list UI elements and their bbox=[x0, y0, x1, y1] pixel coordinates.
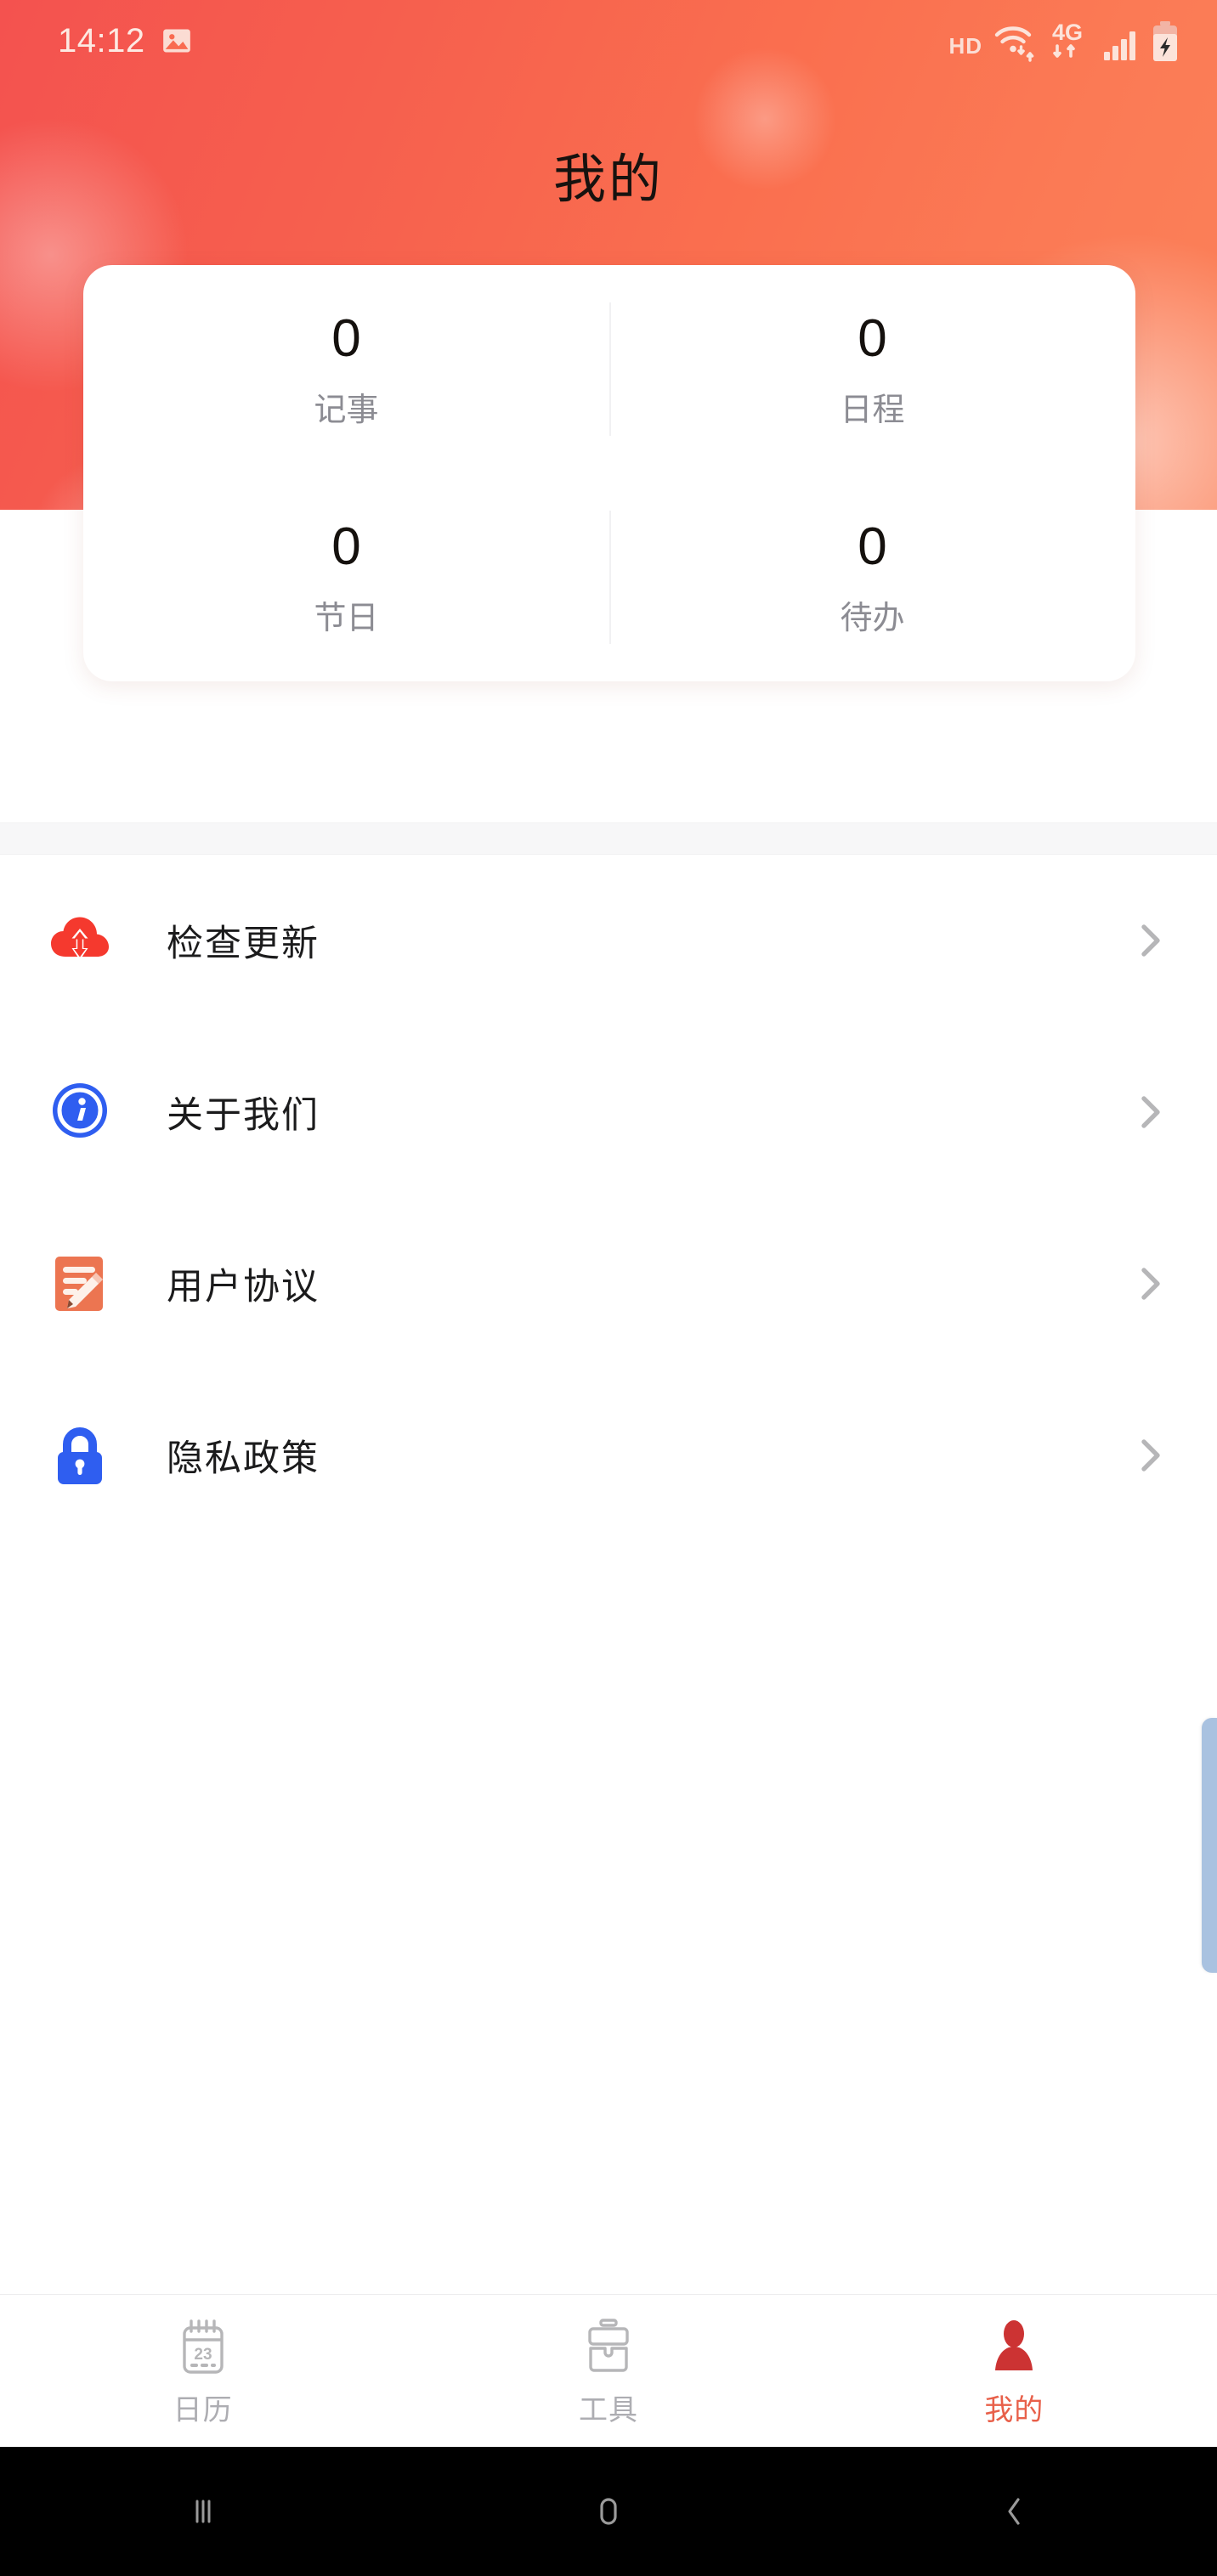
chevron-right-icon bbox=[1129, 1433, 1173, 1477]
stat-value: 0 bbox=[331, 521, 360, 573]
menu-item-about-us[interactable]: 关于我们 bbox=[0, 1026, 1217, 1198]
tab-mine[interactable]: 我的 bbox=[812, 2318, 1217, 2425]
status-bar-right: HD 4G bbox=[948, 19, 1180, 63]
menu-item-label: 关于我们 bbox=[167, 1086, 1129, 1138]
chevron-right-icon bbox=[1129, 1262, 1173, 1306]
stat-label: 待办 bbox=[840, 602, 904, 635]
wifi-icon bbox=[992, 20, 1039, 63]
tab-label: 我的 bbox=[984, 2396, 1044, 2425]
status-bar-left: 14:12 bbox=[58, 22, 193, 60]
tab-calendar[interactable]: 23 日历 bbox=[0, 2318, 405, 2425]
tab-tools[interactable]: 工具 bbox=[405, 2318, 811, 2425]
status-bar: 14:12 HD bbox=[0, 0, 1217, 82]
network-type-icon: 4G bbox=[1049, 19, 1093, 63]
stats-row-bottom: 0 节日 0 待办 bbox=[83, 473, 1135, 681]
android-nav-bar bbox=[0, 2447, 1217, 2576]
image-icon bbox=[161, 25, 193, 57]
menu-item-label: 隐私政策 bbox=[167, 1429, 1129, 1482]
edge-panel-handle[interactable] bbox=[1202, 1718, 1217, 1973]
home-icon[interactable] bbox=[405, 2491, 811, 2532]
info-circle-icon bbox=[46, 1078, 114, 1146]
hd-label: HD bbox=[948, 33, 982, 63]
stat-label: 日程 bbox=[840, 394, 904, 427]
stat-value: 0 bbox=[331, 313, 360, 365]
stat-value: 0 bbox=[858, 313, 886, 365]
section-divider bbox=[0, 822, 1217, 855]
calendar-badge: 23 bbox=[194, 2346, 212, 2364]
phone-screen: 14:12 HD bbox=[0, 0, 1217, 2576]
person-icon bbox=[984, 2318, 1044, 2379]
menu-item-privacy-policy[interactable]: 隐私政策 bbox=[0, 1370, 1217, 1541]
page-title: 我的 bbox=[0, 136, 1217, 212]
stats-row-top: 0 记事 0 日程 bbox=[83, 265, 1135, 473]
cloud-download-icon bbox=[46, 907, 114, 974]
battery-charging-icon bbox=[1151, 20, 1180, 63]
stat-label: 记事 bbox=[314, 394, 378, 427]
bottom-tab-bar: 23 日历 工 bbox=[0, 2294, 1217, 2447]
stat-cell-todo[interactable]: 0 待办 bbox=[609, 473, 1135, 681]
calendar-icon: 23 bbox=[173, 2318, 233, 2379]
stat-cell-schedule[interactable]: 0 日程 bbox=[609, 265, 1135, 473]
recents-icon[interactable] bbox=[0, 2491, 405, 2532]
stat-cell-holiday[interactable]: 0 节日 bbox=[83, 473, 609, 681]
lock-icon bbox=[46, 1421, 114, 1489]
back-icon[interactable] bbox=[812, 2491, 1217, 2532]
stat-value: 0 bbox=[858, 521, 886, 573]
document-edit-icon bbox=[46, 1250, 114, 1318]
settings-menu-list: 检查更新 关于我们 bbox=[0, 855, 1217, 1541]
svg-text:4G: 4G bbox=[1052, 20, 1083, 45]
menu-item-check-update[interactable]: 检查更新 bbox=[0, 855, 1217, 1026]
signal-bars-icon bbox=[1102, 24, 1141, 63]
toolbox-icon bbox=[579, 2318, 638, 2379]
tab-label: 工具 bbox=[579, 2396, 638, 2425]
menu-item-label: 用户协议 bbox=[167, 1257, 1129, 1310]
status-time: 14:12 bbox=[58, 22, 145, 60]
chevron-right-icon bbox=[1129, 1090, 1173, 1134]
tab-label: 日历 bbox=[173, 2396, 233, 2425]
chevron-right-icon bbox=[1129, 918, 1173, 963]
stat-label: 节日 bbox=[314, 602, 378, 635]
stat-cell-notes[interactable]: 0 记事 bbox=[83, 265, 609, 473]
menu-item-user-agreement[interactable]: 用户协议 bbox=[0, 1198, 1217, 1370]
stats-card: 0 记事 0 日程 0 节日 0 待办 bbox=[83, 265, 1135, 681]
menu-item-label: 检查更新 bbox=[167, 914, 1129, 967]
